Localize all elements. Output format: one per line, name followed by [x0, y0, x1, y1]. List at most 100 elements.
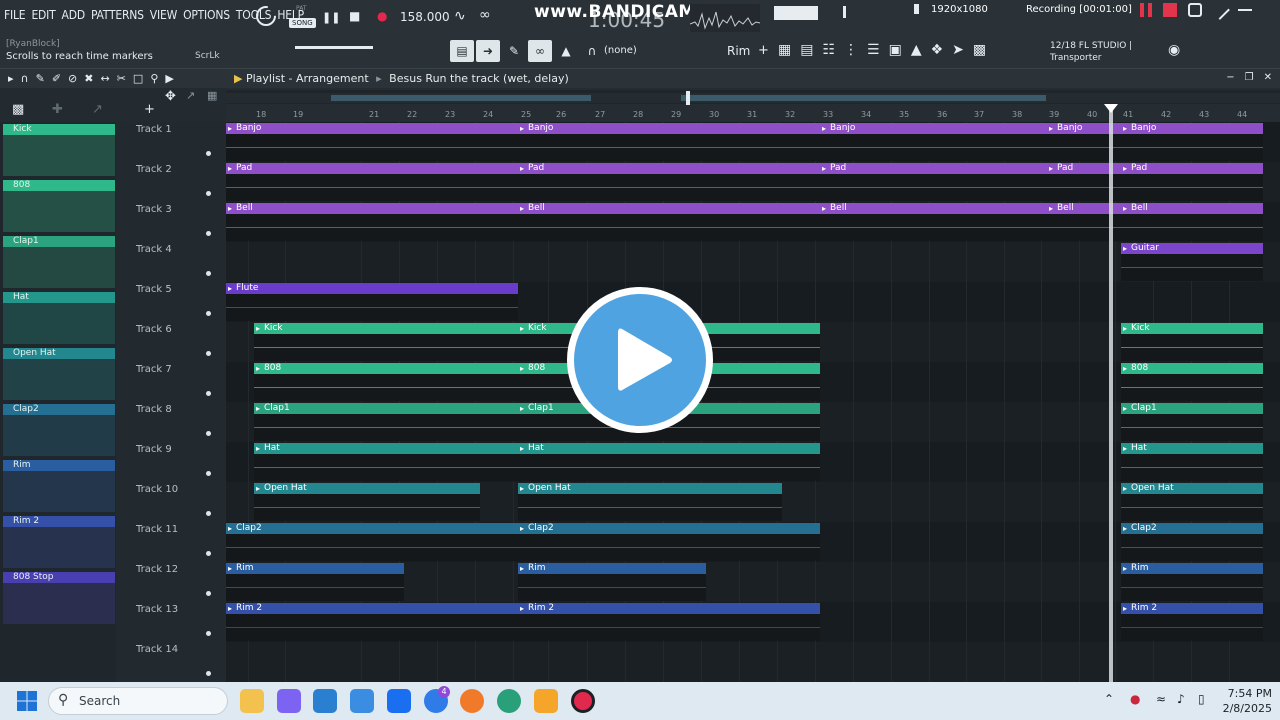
pat-mode-label[interactable]: PAT [296, 5, 307, 12]
playlist-clip[interactable]: Hat [518, 443, 820, 481]
track-mute-led[interactable] [206, 551, 211, 556]
track-name[interactable]: Track 9 [136, 444, 172, 455]
track-name[interactable]: Track 12 [136, 564, 178, 575]
playlist-clip[interactable]: Guitar [1121, 243, 1263, 281]
pitch-slider[interactable] [295, 46, 373, 49]
globe-icon[interactable]: ◉ [1168, 43, 1180, 57]
select-tool-icon[interactable]: □ [133, 72, 143, 85]
track-mute-led[interactable] [206, 151, 211, 156]
pattern-item[interactable]: Clap2 [3, 404, 115, 456]
system-clock[interactable]: 7:54 PM 2/8/2025 [1222, 686, 1272, 716]
pencil-icon[interactable]: ✎ [502, 40, 526, 62]
playlist-clip[interactable]: Rim 2 [518, 603, 820, 641]
arrangement-grid[interactable]: BanjoBanjoBanjoBanjoBanjoPadPadPadPadPad… [226, 122, 1280, 682]
playlist-clip[interactable]: Rim [226, 563, 404, 601]
track-name[interactable]: Track 14 [136, 644, 178, 655]
copilot-icon[interactable] [277, 689, 301, 713]
loop-record-icon[interactable]: ∞ [479, 8, 491, 22]
slip-tool-icon[interactable]: ↔ [100, 72, 109, 85]
recorder-screenshot-icon[interactable] [1188, 3, 1202, 17]
plug-icon[interactable]: ▲ [911, 42, 922, 58]
metronome-icon[interactable]: ∿ [454, 9, 466, 23]
tempo-display[interactable]: 158.000 [400, 10, 450, 24]
recorder-draw-icon[interactable] [1210, 0, 1230, 20]
windows-start-icon[interactable] [16, 690, 38, 712]
playlist-clip[interactable]: 808 [1121, 363, 1263, 401]
pattern-item[interactable]: Rim 2 [3, 516, 115, 568]
playlist-clip[interactable]: Pad [820, 163, 1047, 201]
zoom-tool-icon[interactable]: ⚲ [150, 72, 158, 85]
playlist-clip[interactable]: Banjo [1121, 123, 1263, 161]
menu-options[interactable]: OPTIONS [183, 8, 230, 22]
playlist-clip[interactable]: Pad [518, 163, 820, 201]
track-mute-led[interactable] [206, 431, 211, 436]
track-mute-led[interactable] [206, 671, 211, 676]
edge-icon[interactable] [497, 689, 521, 713]
track-name[interactable]: Track 11 [136, 524, 178, 535]
move-icon[interactable]: ✥ [165, 89, 176, 104]
track-name[interactable]: Track 5 [136, 284, 172, 295]
playlist-clip[interactable]: Hat [1121, 443, 1263, 481]
stats-icon[interactable]: ▩ [973, 42, 986, 58]
pattern-item[interactable]: Hat [3, 292, 115, 344]
tempo-tapper-icon[interactable]: ❖ [931, 42, 944, 58]
playlist-clip[interactable]: Kick [1121, 323, 1263, 361]
battery-icon[interactable]: ▯ [1198, 692, 1205, 706]
file-explorer-icon[interactable] [240, 689, 264, 713]
playhead[interactable] [1109, 107, 1113, 682]
track-name[interactable]: Track 3 [136, 204, 172, 215]
stamp-icon[interactable]: ▲ [554, 40, 578, 62]
file-icon[interactable]: ▣ [889, 42, 902, 58]
firefox-icon[interactable] [460, 689, 484, 713]
cloud-icon[interactable]: ➤ [952, 42, 964, 58]
track-name[interactable]: Track 13 [136, 604, 178, 615]
magnet-snap-icon[interactable]: ∩ [21, 72, 29, 85]
track-mute-led[interactable] [206, 391, 211, 396]
track-mute-led[interactable] [206, 271, 211, 276]
playlist-window-icon[interactable]: ▦ [778, 42, 791, 58]
playlist-overview[interactable] [226, 90, 1280, 105]
restore-icon[interactable]: ❐ [1245, 72, 1254, 83]
playlist-clip[interactable]: Banjo [820, 123, 1047, 161]
playlist-clip[interactable]: Bell [518, 203, 820, 241]
browser-window-icon[interactable]: ☰ [867, 42, 880, 58]
fl-studio-icon[interactable] [534, 689, 558, 713]
minimize-icon[interactable]: − [1226, 72, 1234, 83]
dropbox-icon[interactable] [387, 689, 411, 713]
playlist-clip[interactable]: Clap1 [254, 403, 518, 441]
channel-rack-window-icon[interactable]: ☷ [822, 42, 835, 58]
playlist-clip[interactable]: Kick [254, 323, 518, 361]
playlist-clip[interactable]: Pad [226, 163, 518, 201]
playlist-clip[interactable]: Hat [254, 443, 518, 481]
brush-tool-icon[interactable]: ✐ [52, 72, 61, 85]
menu-add[interactable]: ADD [62, 8, 86, 22]
track-mute-led[interactable] [206, 511, 211, 516]
pattern-item[interactable]: 808 [3, 180, 115, 232]
audio-clip-picker-icon[interactable]: ✚ [52, 102, 63, 117]
track-mute-led[interactable] [206, 231, 211, 236]
record-dial-icon[interactable] [255, 5, 277, 27]
menu-patterns[interactable]: PATTERNS [91, 8, 144, 22]
arrow-right-icon[interactable]: ➜ [476, 40, 500, 62]
playlist-clip[interactable]: Open Hat [518, 483, 782, 521]
close-icon[interactable]: ✕ [1264, 72, 1272, 83]
playlist-clip[interactable]: Clap2 [1121, 523, 1263, 561]
playlist-clip[interactable]: Banjo [226, 123, 518, 161]
slice-tool-icon[interactable]: ✂ [117, 72, 126, 85]
track-mute-led[interactable] [206, 311, 211, 316]
menu-edit[interactable]: EDIT [31, 8, 55, 22]
link-icon[interactable]: ∞ [528, 40, 552, 62]
pattern-item[interactable]: Open Hat [3, 348, 115, 400]
video-play-button[interactable] [567, 287, 713, 433]
magnet-icon[interactable]: ∩ [580, 40, 604, 62]
wifi-icon[interactable]: ≈ [1156, 692, 1166, 706]
track-mute-led[interactable] [206, 631, 211, 636]
bandicam-icon[interactable] [571, 689, 595, 713]
delete-tool-icon[interactable]: ⊘ [68, 72, 77, 85]
mixer-window-icon[interactable]: ⋮ [844, 42, 858, 58]
selected-channel[interactable]: Rim [727, 44, 750, 58]
track-mute-led[interactable] [206, 351, 211, 356]
playlist-clip[interactable]: Rim [518, 563, 706, 601]
recorder-minimize-icon[interactable] [1238, 3, 1252, 11]
playlist-clip[interactable]: Rim 2 [1121, 603, 1263, 641]
